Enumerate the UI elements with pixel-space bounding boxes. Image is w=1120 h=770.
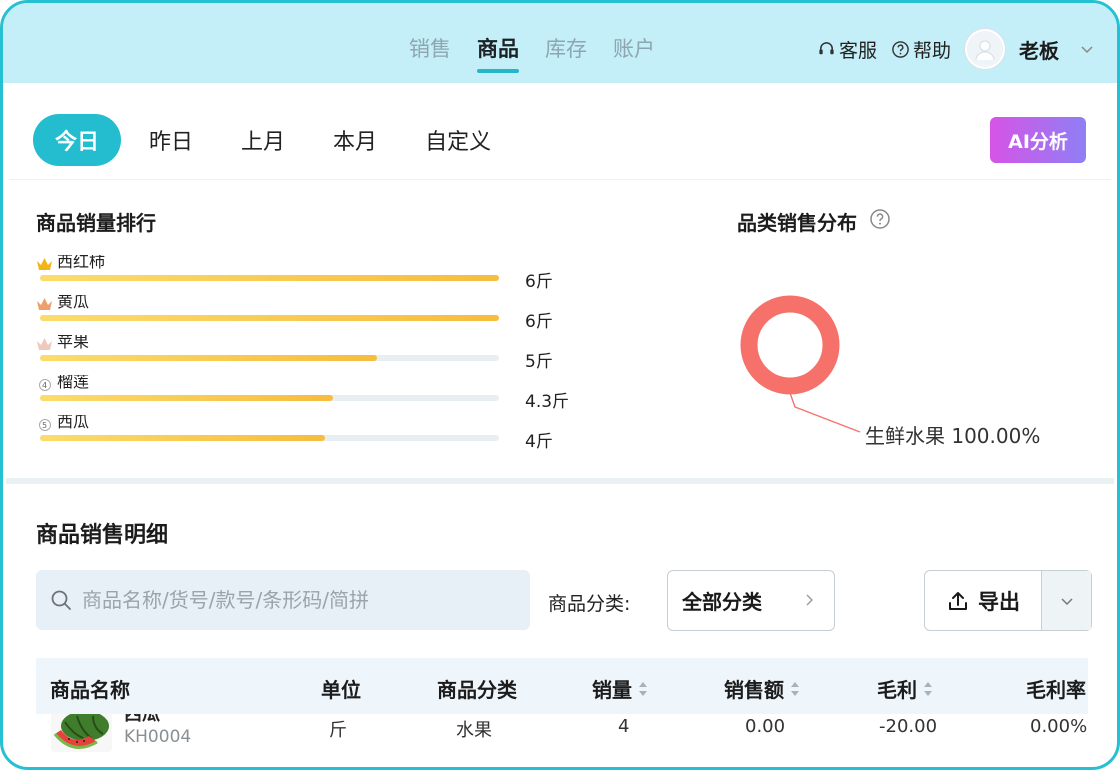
col-header-name: 商品名称 <box>50 678 130 702</box>
cell-category: 水果 <box>456 720 492 741</box>
date-filter: 今日 昨日 上月 本月 自定义 <box>33 114 511 166</box>
nav-tab-products[interactable]: 商品 <box>477 33 519 73</box>
question-circle-icon <box>892 40 909 58</box>
search-box[interactable] <box>36 570 530 630</box>
date-option-last-month[interactable]: 上月 <box>221 114 305 166</box>
main-nav: 销售 商品 库存 账户 <box>409 33 655 73</box>
sort-icon[interactable] <box>923 681 933 697</box>
user-name[interactable]: 老板 <box>1019 35 1059 64</box>
customer-service-label: 客服 <box>838 39 877 62</box>
sort-icon[interactable] <box>638 681 648 697</box>
product-code: KH0004 <box>124 727 192 747</box>
headset-icon <box>819 41 834 54</box>
date-option-this-month[interactable]: 本月 <box>313 114 397 166</box>
export-dropdown-button[interactable] <box>1042 571 1091 630</box>
rank-bar <box>40 355 377 361</box>
pie-slice-label: 生鲜水果 100.00% <box>865 424 1041 448</box>
category-distribution-title: 品类销售分布 <box>737 211 857 235</box>
col-header-margin: 毛利率 <box>1026 678 1086 702</box>
rank-bar <box>40 275 499 281</box>
col-header-profit[interactable]: 毛利 <box>877 674 933 703</box>
section-divider <box>6 478 1114 484</box>
rank-bar-track <box>40 355 499 361</box>
rank-value: 6斤 <box>525 272 553 292</box>
rank-value: 4斤 <box>525 432 553 452</box>
divider <box>9 179 1111 180</box>
product-name: 西瓜 <box>124 714 160 725</box>
rank-name: 苹果 <box>57 335 90 351</box>
date-option-yesterday[interactable]: 昨日 <box>129 114 213 166</box>
rank-item: 西红柿 6斤 <box>36 255 596 295</box>
rank-number-icon: 5 <box>38 419 51 431</box>
detail-title: 商品销售明细 <box>36 523 169 548</box>
rank-value: 4.3斤 <box>525 392 570 412</box>
rank-item: 苹果 5斤 <box>36 335 596 375</box>
category-select[interactable]: 全部分类 <box>667 570 835 631</box>
category-select-value: 全部分类 <box>682 590 762 614</box>
rank-bar-track <box>40 275 499 281</box>
label-leader-line <box>789 392 861 433</box>
product-thumbnail <box>51 714 112 752</box>
col-header-category: 商品分类 <box>437 678 517 702</box>
rank-item: 黄瓜 6斤 <box>36 295 596 335</box>
rank-bar <box>40 435 325 441</box>
rank-bar-track <box>40 395 499 401</box>
rank-name: 黄瓜 <box>57 295 90 311</box>
export-button[interactable]: 导出 <box>925 571 1042 630</box>
cell-profit: -20.00 <box>879 716 938 737</box>
app-window: 销售 商品 库存 账户 客服 帮助 老板 今日 昨日 上月 本月 自定义 AI分… <box>0 0 1120 770</box>
cell-sales: 0.00 <box>745 716 786 737</box>
ranking-title: 商品销量排行 <box>36 211 156 235</box>
crown-gold-icon <box>36 255 53 272</box>
top-bar: 销售 商品 库存 账户 客服 帮助 老板 <box>3 3 1117 83</box>
rank-bar-track <box>40 315 499 321</box>
rank-bar <box>40 315 499 321</box>
rank-number-icon: 4 <box>38 379 51 391</box>
rank-name: 榴莲 <box>57 375 90 391</box>
pie-slice <box>740 295 840 395</box>
help-link[interactable]: 帮助 <box>891 36 951 63</box>
chevron-down-icon[interactable] <box>1079 41 1095 57</box>
rank-name: 西红柿 <box>57 255 106 271</box>
rank-value: 5斤 <box>525 352 553 372</box>
export-label: 导出 <box>978 589 1020 614</box>
customer-service-link[interactable]: 客服 <box>817 36 877 63</box>
cell-margin: 0.00% <box>1030 716 1088 737</box>
cell-unit: 斤 <box>329 720 347 741</box>
search-input[interactable] <box>82 588 502 612</box>
cell-qty: 4 <box>618 716 630 737</box>
chevron-down-icon <box>1060 597 1073 605</box>
rank-bar <box>40 395 333 401</box>
nav-tab-account[interactable]: 账户 <box>613 33 655 73</box>
question-circle-icon[interactable] <box>869 208 891 230</box>
col-header-qty[interactable]: 销量 <box>592 674 648 703</box>
table-row[interactable]: 西瓜 KH0004 斤 水果 4 0.00 -20.00 0.00% <box>36 714 1088 767</box>
crown-pink-icon <box>36 335 53 352</box>
search-icon <box>51 590 71 610</box>
rank-bar-track <box>40 435 499 441</box>
table-header: 商品名称 单位 商品分类 销量 销售额 毛利 毛利率 <box>36 658 1088 714</box>
upload-icon <box>949 591 967 610</box>
ranking-list: 西红柿 6斤 黄瓜 6斤 苹果 5斤 4 榴莲 4.3斤 5 西瓜 4斤 <box>36 255 596 455</box>
rank-item: 4 榴莲 4.3斤 <box>36 375 596 415</box>
ai-analysis-button[interactable]: AI分析 <box>990 117 1086 163</box>
crown-orange-icon <box>36 295 53 312</box>
col-header-unit: 单位 <box>321 678 361 702</box>
avatar[interactable] <box>965 29 1005 69</box>
help-label: 帮助 <box>912 39 951 62</box>
nav-tab-sales[interactable]: 销售 <box>409 33 451 73</box>
date-option-custom[interactable]: 自定义 <box>405 114 511 166</box>
user-icon <box>975 40 995 61</box>
nav-tab-inventory[interactable]: 库存 <box>545 33 587 73</box>
top-right-actions: 客服 帮助 老板 <box>817 29 1095 69</box>
chevron-right-icon <box>806 594 813 606</box>
rank-value: 6斤 <box>525 312 553 332</box>
category-filter-label: 商品分类: <box>548 593 631 615</box>
date-option-today[interactable]: 今日 <box>33 114 122 166</box>
export-button-group: 导出 <box>924 570 1092 631</box>
sort-icon[interactable] <box>790 681 800 697</box>
col-header-sales[interactable]: 销售额 <box>724 674 800 703</box>
rank-item: 5 西瓜 4斤 <box>36 415 596 455</box>
rank-name: 西瓜 <box>57 415 90 431</box>
